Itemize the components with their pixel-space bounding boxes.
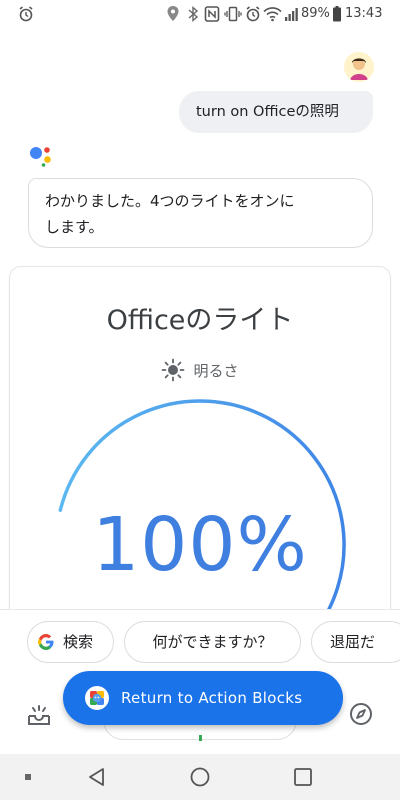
suggestion-chip-label: 検索: [63, 633, 94, 651]
system-nav-bar: [0, 754, 400, 800]
bluetooth-icon: [188, 5, 199, 23]
back-icon[interactable]: [86, 766, 108, 788]
assistant-message-line: わかりました。4つのライトをオンに: [45, 192, 295, 210]
snapshot-tray-icon[interactable]: [26, 702, 52, 728]
assistant-message-line: します。: [45, 218, 104, 236]
battery-percent: 89%: [301, 6, 330, 21]
alarm-icon: [19, 6, 33, 22]
google-g-icon: [38, 634, 54, 650]
status-bar: 89% 13:43: [0, 0, 400, 28]
nfc-icon: [204, 6, 220, 22]
brightness-sun-icon: [162, 358, 185, 382]
action-blocks-app-icon: [85, 686, 109, 710]
mic-icon: [199, 735, 202, 741]
recents-dot-icon[interactable]: [24, 773, 32, 781]
vibrate-icon: [224, 6, 242, 22]
user-message-bubble: turn on Officeの照明: [179, 91, 373, 133]
battery-icon: [333, 6, 341, 22]
return-to-action-blocks-button[interactable]: Return to Action Blocks: [63, 671, 343, 725]
suggestion-chip-what-can-you-do[interactable]: 何ができますか？: [124, 621, 301, 663]
wifi-icon: [263, 7, 282, 22]
compass-explore-icon[interactable]: [348, 701, 374, 727]
card-title: Officeのライト: [106, 305, 294, 336]
suggestion-chip-bored[interactable]: 退屈だ: [311, 621, 400, 663]
assistant-message-bubble: わかりました。4つのライトをオンに します。: [28, 178, 373, 248]
signal-icon: [285, 8, 298, 21]
assistant-logo-icon: [30, 147, 51, 167]
home-icon[interactable]: [189, 766, 211, 788]
location-icon: [167, 6, 179, 21]
brightness-value: 100%: [92, 502, 308, 588]
brightness-label: 明るさ: [193, 361, 239, 380]
user-avatar: [344, 52, 374, 82]
action-blocks-button-label: Return to Action Blocks: [121, 689, 303, 707]
status-clock: 13:43: [345, 6, 383, 21]
suggestion-chip-search[interactable]: 検索: [27, 621, 114, 663]
overview-icon[interactable]: [292, 766, 314, 788]
alarm-icon: [246, 6, 260, 22]
